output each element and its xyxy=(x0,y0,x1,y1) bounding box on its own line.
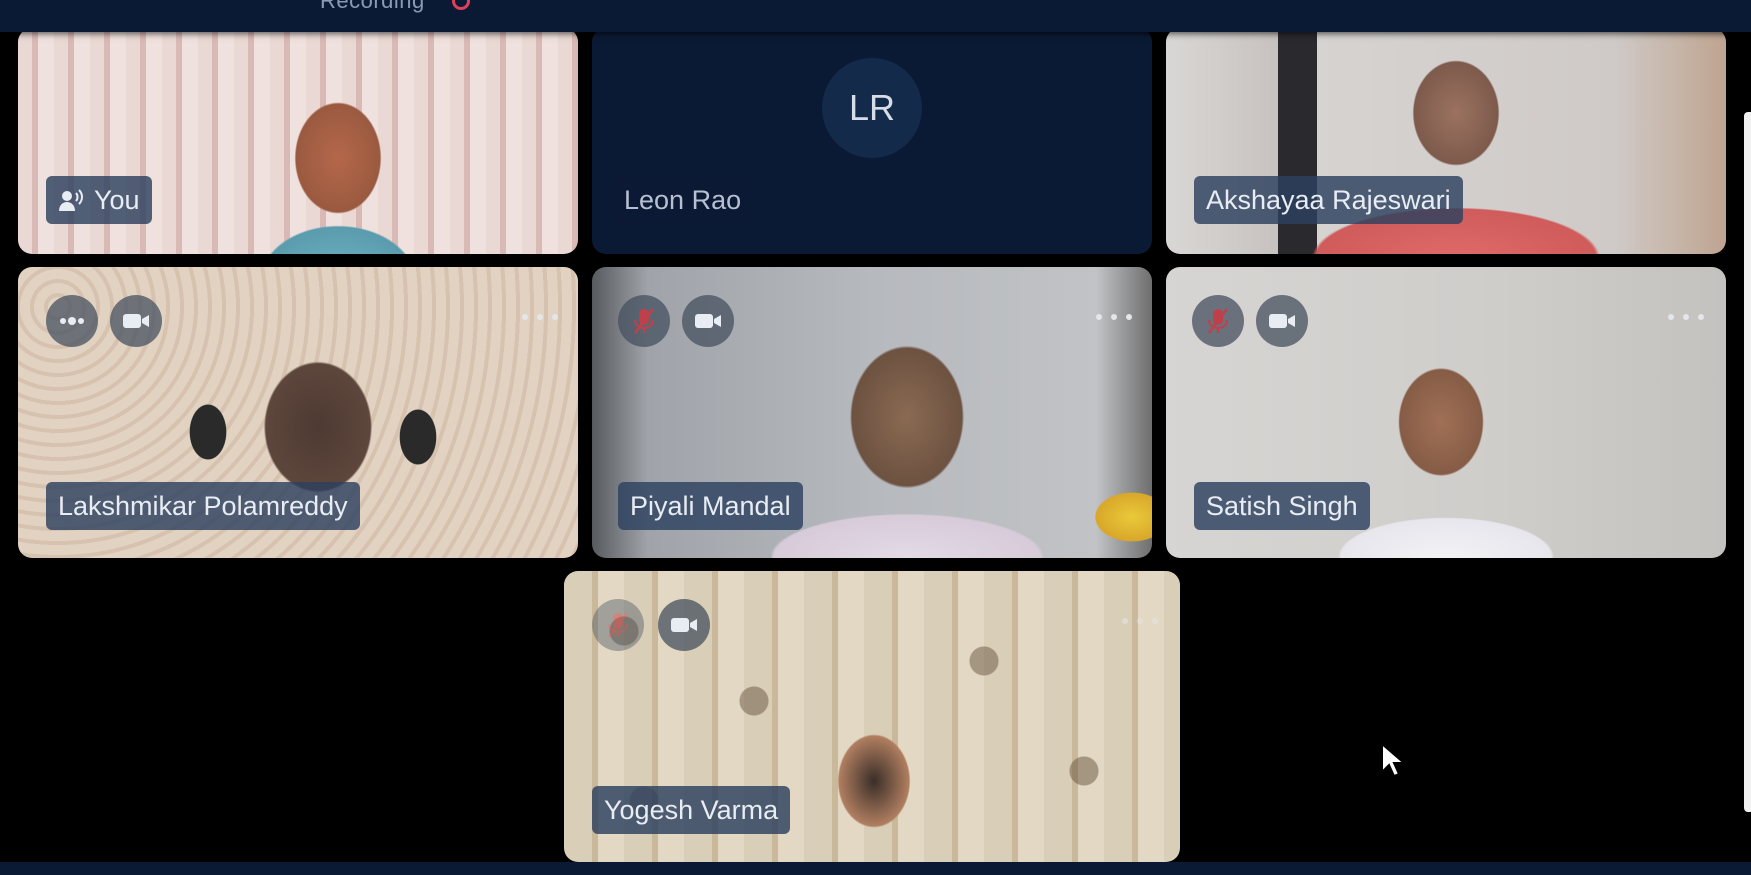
more-options-icon[interactable] xyxy=(522,307,558,327)
participant-name-label: Lakshmikar Polamreddy xyxy=(46,482,360,530)
participant-name: Yogesh Varma xyxy=(604,794,779,825)
mic-muted-icon xyxy=(633,307,655,335)
camera-icon xyxy=(670,615,698,635)
mic-muted-button[interactable] xyxy=(618,295,670,347)
camera-icon xyxy=(122,311,150,331)
participant-name: Lakshmikar Polamreddy xyxy=(58,490,348,521)
video-tile-piyali-mandal[interactable]: Piyali Mandal xyxy=(592,267,1152,558)
participant-name: Akshayaa Rajeswari xyxy=(1206,184,1451,215)
recording-label: Recording xyxy=(320,0,425,13)
avatar: LR xyxy=(822,58,922,158)
video-tile-you[interactable]: You xyxy=(18,28,578,254)
video-tile-akshayaa-rajeswari[interactable]: Akshayaa Rajeswari xyxy=(1166,28,1726,254)
more-options-icon[interactable] xyxy=(1668,307,1704,327)
participant-name: Satish Singh xyxy=(1206,490,1358,521)
mic-muted-icon xyxy=(607,611,629,639)
video-tile-yogesh-varma[interactable]: Yogesh Varma xyxy=(564,571,1180,862)
more-options-icon[interactable] xyxy=(1096,307,1132,327)
camera-icon xyxy=(1268,311,1296,331)
participant-name-label: Piyali Mandal xyxy=(618,482,803,530)
participant-name-label: Satish Singh xyxy=(1194,482,1370,530)
more-options-icon[interactable] xyxy=(1122,611,1158,631)
participant-name-label: Leon Rao xyxy=(612,176,754,224)
mic-muted-icon xyxy=(1207,307,1229,335)
participant-name-label: Akshayaa Rajeswari xyxy=(1194,176,1463,224)
participant-name: You xyxy=(94,184,140,215)
speaking-icon xyxy=(58,187,84,213)
camera-button[interactable] xyxy=(110,295,162,347)
participant-name-label: You xyxy=(46,176,152,224)
audio-level-button[interactable] xyxy=(46,295,98,347)
bottom-bar xyxy=(0,862,1751,875)
scrollbar[interactable] xyxy=(1744,112,1751,812)
participant-name: Leon Rao xyxy=(624,184,742,215)
camera-button[interactable] xyxy=(1256,295,1308,347)
video-tile-satish-singh[interactable]: Satish Singh xyxy=(1166,267,1726,558)
camera-button[interactable] xyxy=(682,295,734,347)
mouse-cursor-icon xyxy=(1380,741,1407,783)
audio-level-icon xyxy=(59,315,85,327)
participant-name: Piyali Mandal xyxy=(630,490,791,521)
camera-button[interactable] xyxy=(658,599,710,651)
recording-indicator-icon xyxy=(452,0,470,10)
mic-muted-button[interactable] xyxy=(1192,295,1244,347)
avatar-initials: LR xyxy=(848,87,896,128)
participant-name-label: Yogesh Varma xyxy=(592,786,791,834)
video-tile-leon-rao[interactable]: LR Leon Rao xyxy=(592,28,1152,254)
top-bar: Recording xyxy=(0,0,1751,32)
mic-muted-button[interactable] xyxy=(592,599,644,651)
video-tile-lakshmikar-polamreddy[interactable]: Lakshmikar Polamreddy xyxy=(18,267,578,558)
camera-icon xyxy=(694,311,722,331)
